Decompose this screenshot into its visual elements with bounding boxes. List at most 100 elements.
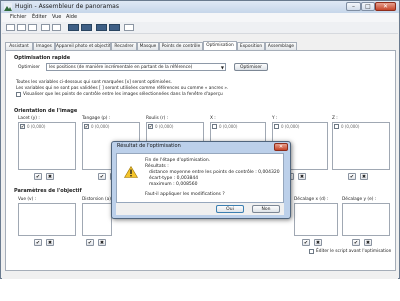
check-all-icon[interactable]: ✔ xyxy=(98,173,106,180)
tab-stitcher[interactable]: Assemblage xyxy=(265,42,297,50)
z-list[interactable]: 0 (0,000) xyxy=(332,122,390,170)
save-project-icon[interactable] xyxy=(28,24,37,31)
quick-optimization-title: Optimisation rapide xyxy=(14,55,71,61)
column-label: Vue (v) : xyxy=(18,197,37,202)
item-checkbox[interactable] xyxy=(334,124,339,129)
check-all-icon[interactable]: ✔ xyxy=(34,173,42,180)
optimization-result-dialog: Résultat de l'optimisation ✕ Fin de l'ét… xyxy=(111,141,291,219)
tab-crop[interactable]: Recadrer xyxy=(111,42,137,50)
list-item[interactable]: 0 (0,000) xyxy=(155,124,173,129)
dialog-body: Fin de l'étape d'optimisation. Résultats… xyxy=(116,153,284,203)
uncheck-all-icon[interactable]: ✖ xyxy=(314,239,322,246)
dialog-question: Faut-il appliquer les modifications ? xyxy=(145,192,225,197)
dialog-line: maximum : 0,008560 xyxy=(149,182,198,187)
redo-icon[interactable] xyxy=(52,24,61,31)
title-bar[interactable]: Hugin - Assembleur de panoramas – □ ✕ xyxy=(1,1,399,13)
dialog-line: écart-type : 0,003844 xyxy=(149,176,199,181)
show-cp-label: Visualiser que les points de contrôle en… xyxy=(23,92,223,97)
open-project-icon[interactable] xyxy=(17,24,26,31)
menu-fichier[interactable]: Fichier xyxy=(10,14,26,20)
close-button[interactable]: ✕ xyxy=(375,2,396,11)
note-line-1: Toutes les variables ci-dessous qui sont… xyxy=(16,80,172,85)
uncheck-all-icon[interactable]: ✖ xyxy=(298,173,306,180)
tab-images[interactable]: Images xyxy=(33,42,55,50)
hugin-app-icon xyxy=(4,3,12,11)
yes-button[interactable]: Oui xyxy=(216,205,244,213)
no-button[interactable]: Non xyxy=(252,205,280,213)
column-label: Roulis (r) : xyxy=(146,116,169,121)
check-all-icon[interactable]: ✔ xyxy=(302,239,310,246)
tab-mask[interactable]: Masque xyxy=(137,42,159,50)
optimize-mode-value: les positions (de manière incrémentale e… xyxy=(49,65,193,70)
tab-control-points[interactable]: Points de contrôle xyxy=(159,42,203,50)
uncheck-all-icon[interactable]: ✖ xyxy=(98,239,106,246)
uncheck-all-icon[interactable]: ✖ xyxy=(360,173,368,180)
column-label: Décalage y (e) : xyxy=(342,197,377,202)
warning-icon xyxy=(124,166,138,178)
column-label: X : xyxy=(210,116,216,121)
show-cp-checkbox[interactable] xyxy=(16,92,21,97)
list-item[interactable]: 0 (0,000) xyxy=(281,124,299,129)
item-checkbox[interactable] xyxy=(212,124,217,129)
list-item[interactable]: 0 (0,000) xyxy=(341,124,359,129)
toolbar xyxy=(2,22,398,34)
edit-script-checkbox[interactable] xyxy=(309,249,314,254)
list-item[interactable]: 0 (0,000) xyxy=(219,124,237,129)
list-item[interactable]: 0 (0,000) xyxy=(27,124,45,129)
column-label: Y : xyxy=(272,116,278,121)
column-label: Distorsion (a) xyxy=(82,197,111,202)
check-all-icon[interactable]: ✔ xyxy=(34,239,42,246)
tab-camera-lens[interactable]: Appareil photo et objectif xyxy=(55,42,111,50)
orientation-title: Orientation de l'image xyxy=(14,108,78,114)
undo-icon[interactable] xyxy=(41,24,50,31)
minimize-button[interactable]: – xyxy=(346,2,361,11)
note-line-2: Les variables qui ne sont pas validées [… xyxy=(16,86,229,91)
column-label: Z : xyxy=(332,116,338,121)
item-checkbox[interactable]: ✔ xyxy=(84,124,89,129)
preview-icon[interactable] xyxy=(68,24,79,31)
tab-optimization[interactable]: Optimisation xyxy=(203,41,237,50)
dialog-line: Fin de l'étape d'optimisation. xyxy=(145,158,211,163)
lens-params-title: Paramètres de l'objectif xyxy=(14,188,82,194)
uncheck-all-icon[interactable]: ✖ xyxy=(46,173,54,180)
dialog-footer: Oui Non xyxy=(116,203,284,215)
dialog-close-button[interactable]: ✕ xyxy=(274,143,288,151)
hugin-window: Hugin - Assembleur de panoramas – □ ✕ Fi… xyxy=(0,0,400,279)
check-all-icon[interactable]: ✔ xyxy=(348,173,356,180)
fov-list[interactable] xyxy=(18,203,76,236)
new-project-icon[interactable] xyxy=(6,24,15,31)
distortion-list[interactable] xyxy=(82,203,112,236)
optimize-mode-select[interactable]: les positions (de manière incrémentale e… xyxy=(46,63,226,71)
tab-strip: Assistant Images Appareil photo et objec… xyxy=(5,41,397,50)
column-label: Tangage (p) : xyxy=(82,116,111,121)
chevron-down-icon: ▼ xyxy=(220,65,224,70)
help-icon[interactable] xyxy=(124,24,134,31)
menu-editer[interactable]: Éditer xyxy=(32,14,47,20)
tab-assistant[interactable]: Assistant xyxy=(5,42,33,50)
offset-y-list[interactable] xyxy=(342,203,390,236)
list-item[interactable]: 0 (0,000) xyxy=(91,124,109,129)
check-all-icon[interactable]: ✔ xyxy=(86,239,94,246)
dialog-title: Résultat de l'optimisation xyxy=(117,143,181,149)
status-bar xyxy=(2,273,398,279)
column-label: Lacet (y) : xyxy=(18,116,40,121)
uncheck-all-icon[interactable]: ✖ xyxy=(46,239,54,246)
optimize-button[interactable]: Optimiser xyxy=(234,63,268,71)
menu-aide[interactable]: Aide xyxy=(66,14,77,20)
item-checkbox[interactable] xyxy=(274,124,279,129)
menu-bar: Fichier Éditer Vue Aide xyxy=(2,13,398,22)
check-all-icon[interactable]: ✔ xyxy=(352,239,360,246)
menu-vue[interactable]: Vue xyxy=(52,14,61,20)
yaw-list[interactable]: ✔ 0 (0,000) xyxy=(18,122,76,170)
optimize-label: Optimiser xyxy=(18,65,41,70)
item-checkbox[interactable]: ✔ xyxy=(148,124,153,129)
optimize-icon[interactable] xyxy=(96,24,107,31)
align-icon[interactable] xyxy=(109,24,120,31)
offset-x-list[interactable] xyxy=(294,203,338,236)
window-title: Hugin - Assembleur de panoramas xyxy=(15,3,119,10)
uncheck-all-icon[interactable]: ✖ xyxy=(364,239,372,246)
fast-preview-icon[interactable] xyxy=(81,24,92,31)
tab-exposure[interactable]: Exposition xyxy=(237,42,265,50)
maximize-button[interactable]: □ xyxy=(361,2,375,11)
item-checkbox[interactable]: ✔ xyxy=(20,124,25,129)
